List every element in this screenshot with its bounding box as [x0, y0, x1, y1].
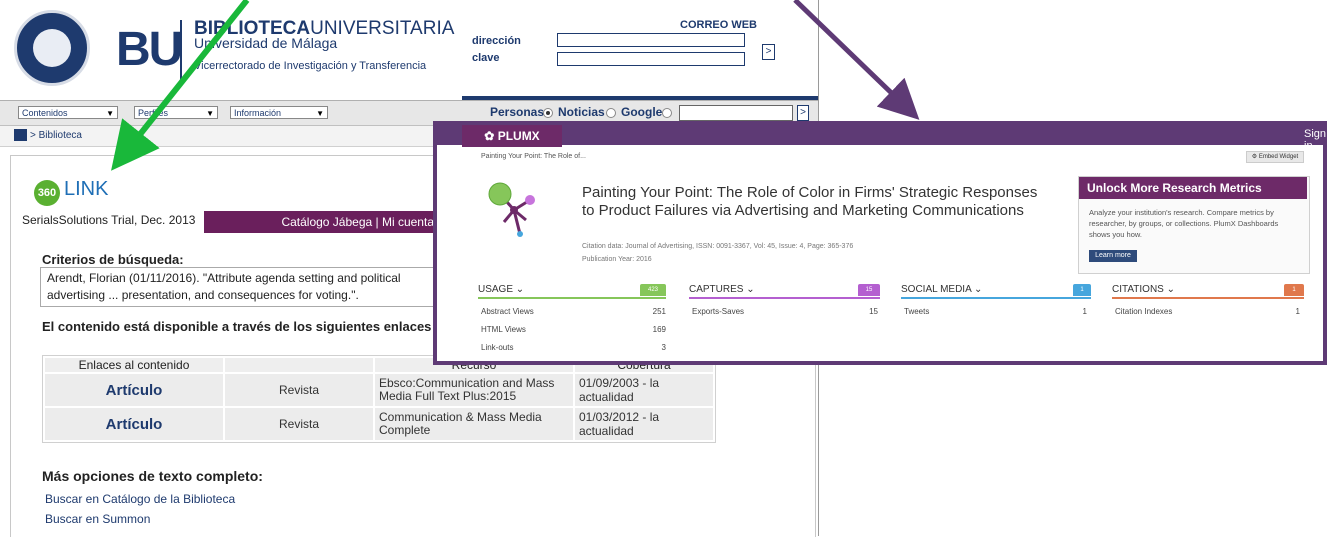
annotation-arrows: [111, 0, 920, 171]
green-arrow: [111, 0, 250, 171]
purple-arrow: [793, 0, 920, 120]
